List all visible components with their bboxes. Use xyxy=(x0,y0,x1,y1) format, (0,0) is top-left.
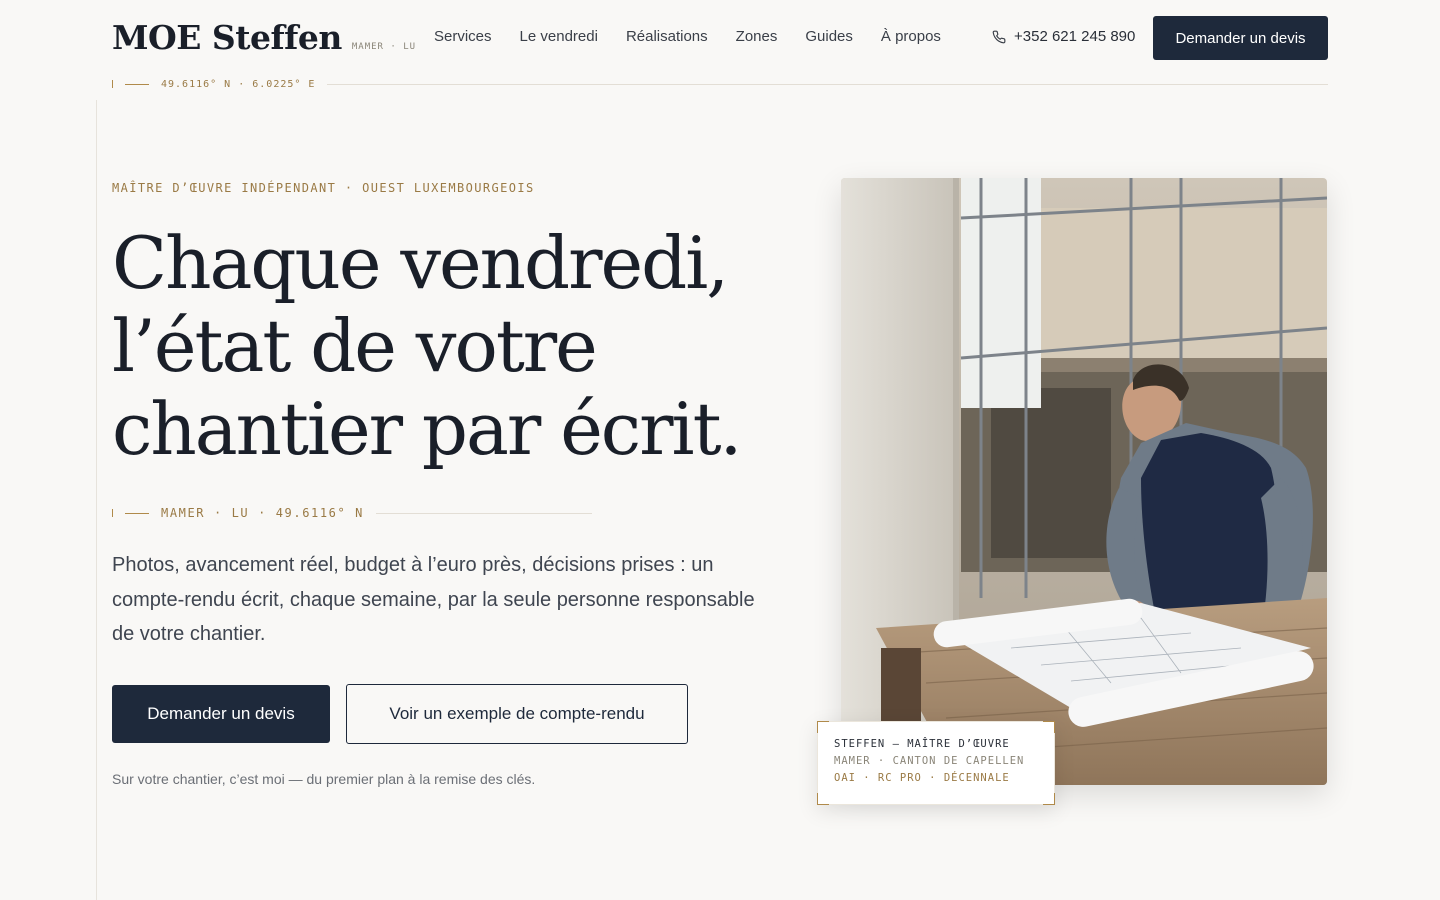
nav-a-propos[interactable]: À propos xyxy=(881,28,941,45)
hero-eyebrow: MAÎTRE D’ŒUVRE INDÉPENDANT · OUEST LUXEM… xyxy=(112,181,535,195)
phone-number: +352 621 245 890 xyxy=(1014,28,1136,45)
brand[interactable]: MOE Steffen MAMER · LU xyxy=(112,18,416,57)
site-header: MOE Steffen MAMER · LU Services Le vendr… xyxy=(0,0,1440,100)
card-name: STEFFEN — MAÎTRE D’ŒUVRE xyxy=(834,738,1010,750)
hero-location-divider xyxy=(375,512,592,514)
hero-title-line-1: Chaque vendredi, xyxy=(112,221,729,305)
example-report-button[interactable]: Voir un exemple de compte-rendu xyxy=(346,684,688,744)
phone-link[interactable]: +352 621 245 890 xyxy=(992,28,1135,45)
header-divider xyxy=(327,83,1328,85)
card-corner xyxy=(817,793,829,805)
card-corner xyxy=(1043,721,1055,733)
brand-location: MAMER · LU xyxy=(351,42,417,52)
card-location: MAMER · CANTON DE CAPELLEN xyxy=(834,755,1025,767)
header-quote-button[interactable]: Demander un devis xyxy=(1153,16,1328,60)
hero-location-row: MAMER · LU · 49.6116° N xyxy=(112,505,592,521)
credentials-card: STEFFEN — MAÎTRE D’ŒUVRE MAMER · CANTON … xyxy=(817,721,1055,805)
phone-icon xyxy=(992,30,1006,43)
hero-title-line-2: l’état de votre xyxy=(112,304,598,388)
hero-location: MAMER · LU · 49.6116° N xyxy=(161,506,364,520)
nav-realisations[interactable]: Réalisations xyxy=(626,28,708,45)
tick-mark xyxy=(112,80,113,88)
quote-button[interactable]: Demander un devis xyxy=(112,685,330,743)
dash-line xyxy=(125,512,149,514)
header-coordinates: 49.6116° N · 6.0225° E xyxy=(161,78,316,90)
tick-mark xyxy=(112,509,113,517)
hero-photo xyxy=(841,178,1327,785)
hero-lead: Photos, avancement réel, budget à l’euro… xyxy=(112,554,755,645)
nav-guides[interactable]: Guides xyxy=(805,28,853,45)
nav-services[interactable]: Services xyxy=(434,28,492,45)
hero-title-line-3: chantier par écrit. xyxy=(112,387,742,471)
nav-le-vendredi[interactable]: Le vendredi xyxy=(520,28,598,45)
card-corner xyxy=(817,721,829,733)
header-coordinates-row: 49.6116° N · 6.0225° E xyxy=(112,77,1328,91)
nav-zones[interactable]: Zones xyxy=(736,28,778,45)
brand-name: MOE Steffen xyxy=(112,18,342,57)
card-corner xyxy=(1043,793,1055,805)
card-credentials: OAI · RC PRO · DÉCENNALE xyxy=(834,772,1010,784)
construction-site-photo xyxy=(841,178,1327,785)
dash-line xyxy=(125,83,149,85)
hero-note: Sur votre chantier, c’est moi — du premi… xyxy=(112,771,536,787)
hero-title: Chaque vendredi, l’état de votre chantie… xyxy=(112,222,812,471)
left-guide-line xyxy=(96,100,97,900)
main-nav: Services Le vendredi Réalisations Zones … xyxy=(434,28,941,45)
